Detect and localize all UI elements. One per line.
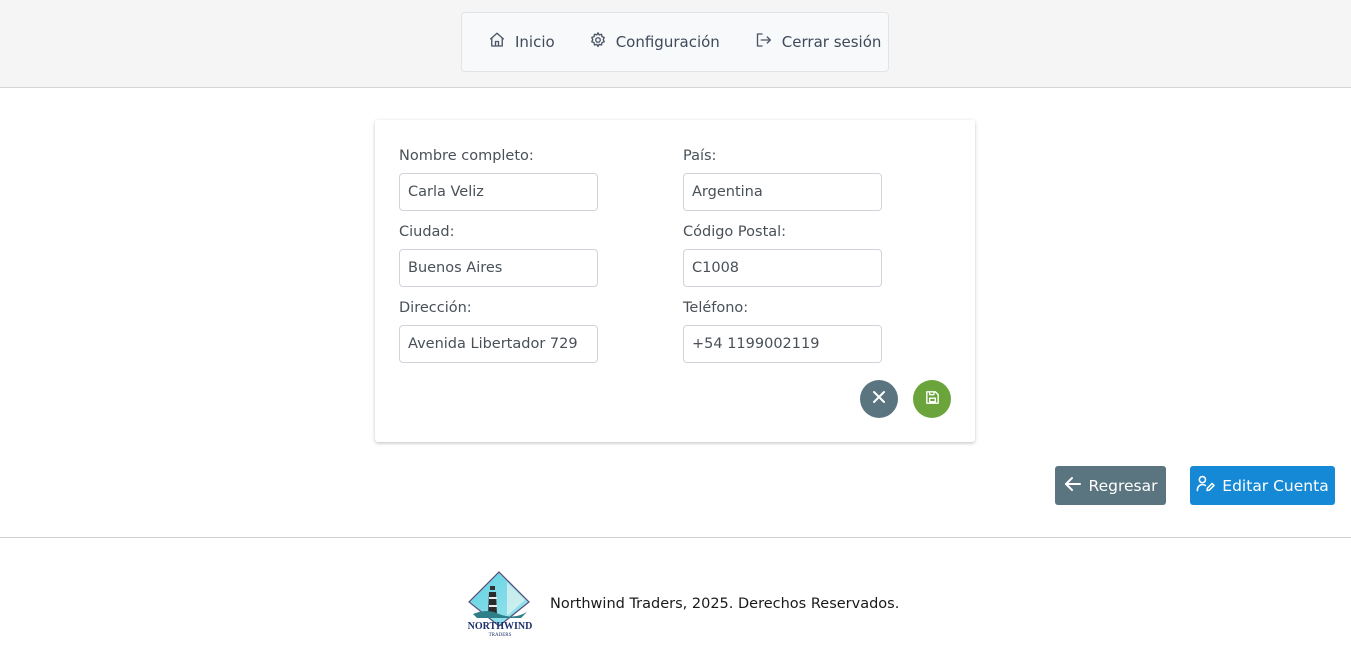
logo-subtext: TRADERS (489, 633, 512, 638)
save-button[interactable] (913, 380, 951, 418)
nav-item-label: Inicio (515, 33, 555, 51)
field-codigo-postal: Código Postal: C1008 (683, 223, 882, 287)
back-button-label: Regresar (1088, 476, 1158, 495)
field-pais: País: Argentina (683, 147, 882, 211)
home-icon (488, 31, 515, 53)
codigo-postal-input[interactable]: C1008 (683, 249, 882, 287)
direccion-label: Dirección: (399, 300, 472, 316)
nombre-input[interactable]: Carla Veliz (399, 173, 598, 211)
telefono-label: Teléfono: (683, 300, 749, 316)
arrow-left-icon (1064, 476, 1089, 496)
top-header: Inicio Configuración Cerrar sesión (0, 0, 1351, 88)
account-form-card: Nombre completo: Carla Veliz País: Argen… (375, 120, 975, 442)
nav-item-label: Configuración (615, 33, 720, 51)
pais-label: País: (683, 148, 717, 164)
close-icon (871, 389, 887, 409)
back-button[interactable]: Regresar (1055, 466, 1166, 505)
nav-item-inicio[interactable]: Inicio (488, 31, 555, 53)
user-edit-icon (1196, 475, 1222, 496)
footer-copyright: Northwind Traders, 2025. Derechos Reserv… (550, 596, 900, 612)
main-nav: Inicio Configuración Cerrar sesión (461, 12, 889, 72)
codigo-postal-label: Código Postal: (683, 224, 787, 240)
logout-icon (754, 31, 782, 53)
direccion-input[interactable]: Avenida Libertador 729 (399, 325, 598, 363)
field-nombre: Nombre completo: Carla Veliz (399, 147, 598, 211)
field-ciudad: Ciudad: Buenos Aires (399, 223, 598, 287)
ciudad-label: Ciudad: (399, 224, 455, 240)
pais-input[interactable]: Argentina (683, 173, 882, 211)
content-divider (0, 537, 1351, 538)
ciudad-input[interactable]: Buenos Aires (399, 249, 598, 287)
telefono-input[interactable]: +54 1199002119 (683, 325, 882, 363)
nombre-label: Nombre completo: (399, 148, 534, 164)
nav-item-cerrar-sesion[interactable]: Cerrar sesión (754, 31, 882, 53)
field-direccion: Dirección: Avenida Libertador 729 (399, 299, 598, 363)
edit-account-button[interactable]: Editar Cuenta (1190, 466, 1335, 505)
edit-account-button-label: Editar Cuenta (1222, 476, 1329, 495)
nav-item-configuracion[interactable]: Configuración (589, 31, 720, 53)
cancel-button[interactable] (860, 380, 898, 418)
gear-icon (589, 31, 616, 53)
nav-item-label: Cerrar sesión (781, 33, 882, 51)
northwind-logo: NORTHWIND TRADERS (467, 570, 535, 638)
logo-text: NORTHWIND (468, 621, 533, 632)
save-icon (924, 389, 941, 410)
field-telefono: Teléfono: +54 1199002119 (683, 299, 882, 363)
